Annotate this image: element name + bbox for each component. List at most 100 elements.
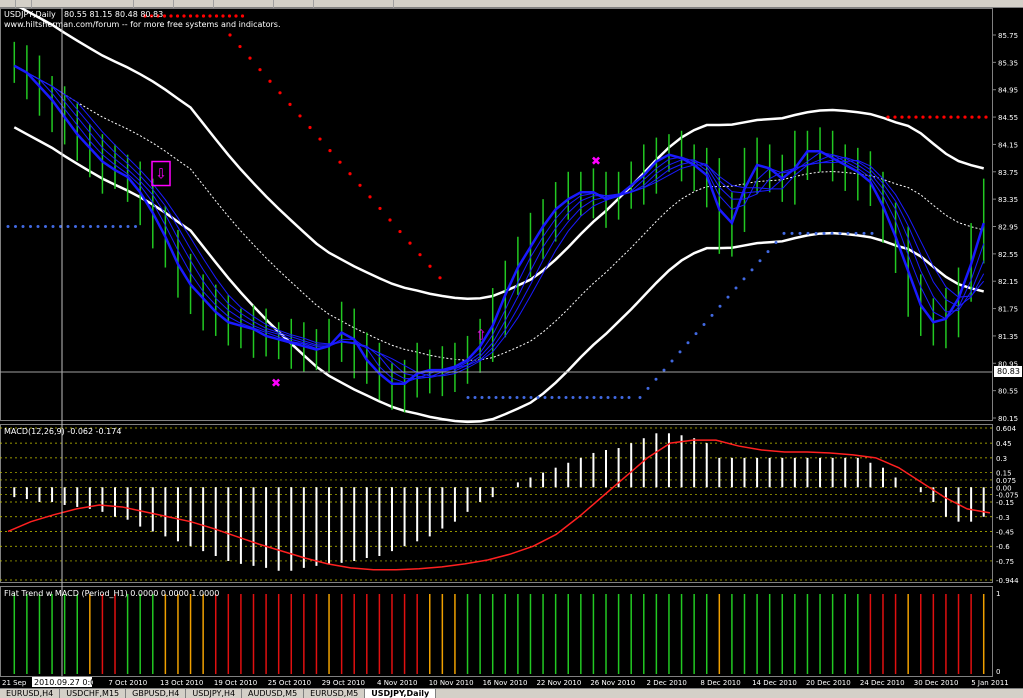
red-stop-dot xyxy=(984,115,988,119)
red-stop-dot xyxy=(408,241,412,245)
macd-tick-label: 0.604 xyxy=(996,425,1017,433)
blue-stop-dot xyxy=(550,395,554,399)
zoom-in-button[interactable] xyxy=(2,0,16,8)
blue-stop-dot xyxy=(798,231,802,235)
tab-gbpusd-h4[interactable]: GBPUSD,H4 xyxy=(126,689,187,698)
tab-audusd-m5[interactable]: AUDUSD,M5 xyxy=(242,689,305,698)
red-stop-dot xyxy=(970,115,974,119)
red-stop-dot xyxy=(188,14,193,18)
red-stop-dot xyxy=(195,14,199,18)
blue-stop-dot xyxy=(702,323,706,327)
blue-stop-dot xyxy=(487,395,491,399)
period-m1-button[interactable] xyxy=(260,0,274,8)
macd-tick-label: -0.3 xyxy=(996,514,1010,522)
blue-stop-dot xyxy=(592,395,596,399)
ma-ribbon-line xyxy=(13,64,985,386)
price-tick-label: 82.95 xyxy=(998,224,1018,232)
time-tick-label: 21 Sep xyxy=(2,679,27,687)
red-stop-dot xyxy=(268,79,272,83)
price-tick-label: 83.75 xyxy=(998,169,1018,177)
red-stop-dot xyxy=(182,14,186,18)
blue-stop-dot xyxy=(750,268,754,272)
red-stop-dot xyxy=(886,115,890,119)
red-stop-dot xyxy=(428,264,432,268)
blue-stop-dot xyxy=(830,231,834,235)
red-stop-dot xyxy=(348,172,352,176)
red-stop-dot xyxy=(388,218,392,222)
blue-stop-dot xyxy=(571,395,575,399)
blue-stop-dot xyxy=(508,395,512,399)
blue-stop-dot xyxy=(758,259,762,263)
blue-stop-dot xyxy=(838,231,842,235)
price-tick-label: 82.15 xyxy=(998,278,1018,286)
time-axis: 1 Oct 20107 Oct 201013 Oct 201019 Oct 20… xyxy=(2,679,1009,687)
blue-stop-dot xyxy=(742,277,746,281)
time-tick-label: 25 Oct 2010 xyxy=(268,679,311,687)
blue-stop-dot xyxy=(564,395,568,399)
macd-tick-label: -0.75 xyxy=(996,558,1014,566)
blue-stop-dot xyxy=(846,231,850,235)
blue-stop-dot xyxy=(734,286,738,290)
blue-stop-dot xyxy=(710,313,714,317)
time-tick-label: 26 Nov 2010 xyxy=(590,679,635,687)
tab-usdchf-m15[interactable]: USDCHF,M15 xyxy=(60,689,127,698)
time-tick-label: 7 Oct 2010 xyxy=(108,679,147,687)
blue-stop-dot xyxy=(81,225,85,228)
blue-stop-dot xyxy=(790,231,794,235)
red-stop-dot xyxy=(169,14,173,18)
text-tool-button[interactable] xyxy=(160,0,174,8)
blue-stop-dot xyxy=(599,395,603,399)
cross-marker: ✖ xyxy=(271,376,281,390)
arrow-tool-button[interactable] xyxy=(200,0,214,8)
tab-eurusd-h4[interactable]: EURUSD,H4 xyxy=(0,689,61,698)
tab-usdjpy-daily[interactable]: USDJPY,Daily xyxy=(365,689,437,698)
time-tick-label: 24 Dec 2010 xyxy=(860,679,905,687)
flat-tick-label: 1 xyxy=(996,590,1000,598)
blue-stop-dot xyxy=(774,240,778,244)
tab-usdjpy-h4[interactable]: USDJPY,H4 xyxy=(186,689,243,698)
chart-tab-bar: EURUSD,H4 USDCHF,M15 GBPUSD,H4 USDJPY,H4 AUD… xyxy=(0,688,1023,698)
price-axis: 85.75 85.35 84.95 84.55 84.15 83.75 83.35 82.95… xyxy=(992,32,1018,423)
blue-stop-dot xyxy=(782,231,786,235)
red-stop-dot xyxy=(358,183,362,187)
period-h1-button[interactable] xyxy=(300,0,314,8)
blue-stop-dot xyxy=(766,250,770,254)
time-tick-label: 16 Nov 2010 xyxy=(483,679,528,687)
flat-tick-label: 0 xyxy=(996,668,1000,676)
upper-band-line xyxy=(13,3,985,301)
chart-area[interactable]: 85.75 85.35 84.95 84.55 84.15 83.75 83.35 82.95… xyxy=(0,3,1023,688)
time-tick-label: 2 Dec 2010 xyxy=(647,679,687,687)
blue-stop-dot xyxy=(862,231,866,235)
blue-stop-dot xyxy=(694,332,698,336)
red-stop-dot xyxy=(368,195,372,199)
chart-canvas[interactable]: 85.75 85.35 84.95 84.55 84.15 83.75 83.35 82.95… xyxy=(0,3,1023,688)
ma-ribbon-line xyxy=(14,65,985,377)
time-tick-label: 8 Dec 2010 xyxy=(700,679,740,687)
red-stop-dot xyxy=(963,115,967,119)
blue-stop-dot xyxy=(543,395,547,399)
blue-stop-dot xyxy=(494,395,498,399)
period-d1-button[interactable] xyxy=(380,0,394,8)
red-stop-dot xyxy=(398,229,402,234)
blue-stop-dot xyxy=(613,395,617,399)
macd-title: MACD(12,26,9) -0.062 -0.174 xyxy=(4,427,121,436)
red-stop-dot xyxy=(438,276,442,280)
fibonacci-button[interactable] xyxy=(120,0,134,8)
blue-stop-dot xyxy=(44,225,47,228)
tab-eurusd-m5[interactable]: EURUSD,M5 xyxy=(304,689,366,698)
blue-stop-dot xyxy=(646,386,650,390)
blue-stop-dot xyxy=(96,225,100,228)
macd-tick-label: -0.45 xyxy=(996,528,1014,536)
time-tick-label: 5 Jan 2011 xyxy=(971,679,1009,687)
zoom-out-button[interactable] xyxy=(18,0,32,8)
price-pane-border xyxy=(0,8,993,421)
time-tick-label: 20 Dec 2010 xyxy=(806,679,851,687)
red-stop-dot xyxy=(907,115,911,119)
red-stop-dot xyxy=(234,14,238,18)
red-stop-dot xyxy=(328,149,332,153)
blue-stop-dot xyxy=(21,225,25,228)
blue-stop-dot xyxy=(14,225,17,228)
blue-stop-dot xyxy=(620,395,624,399)
ohlc-values: 80.55 81.15 80.48 80.83 xyxy=(64,10,163,19)
price-tick-label: 81.35 xyxy=(998,333,1018,341)
